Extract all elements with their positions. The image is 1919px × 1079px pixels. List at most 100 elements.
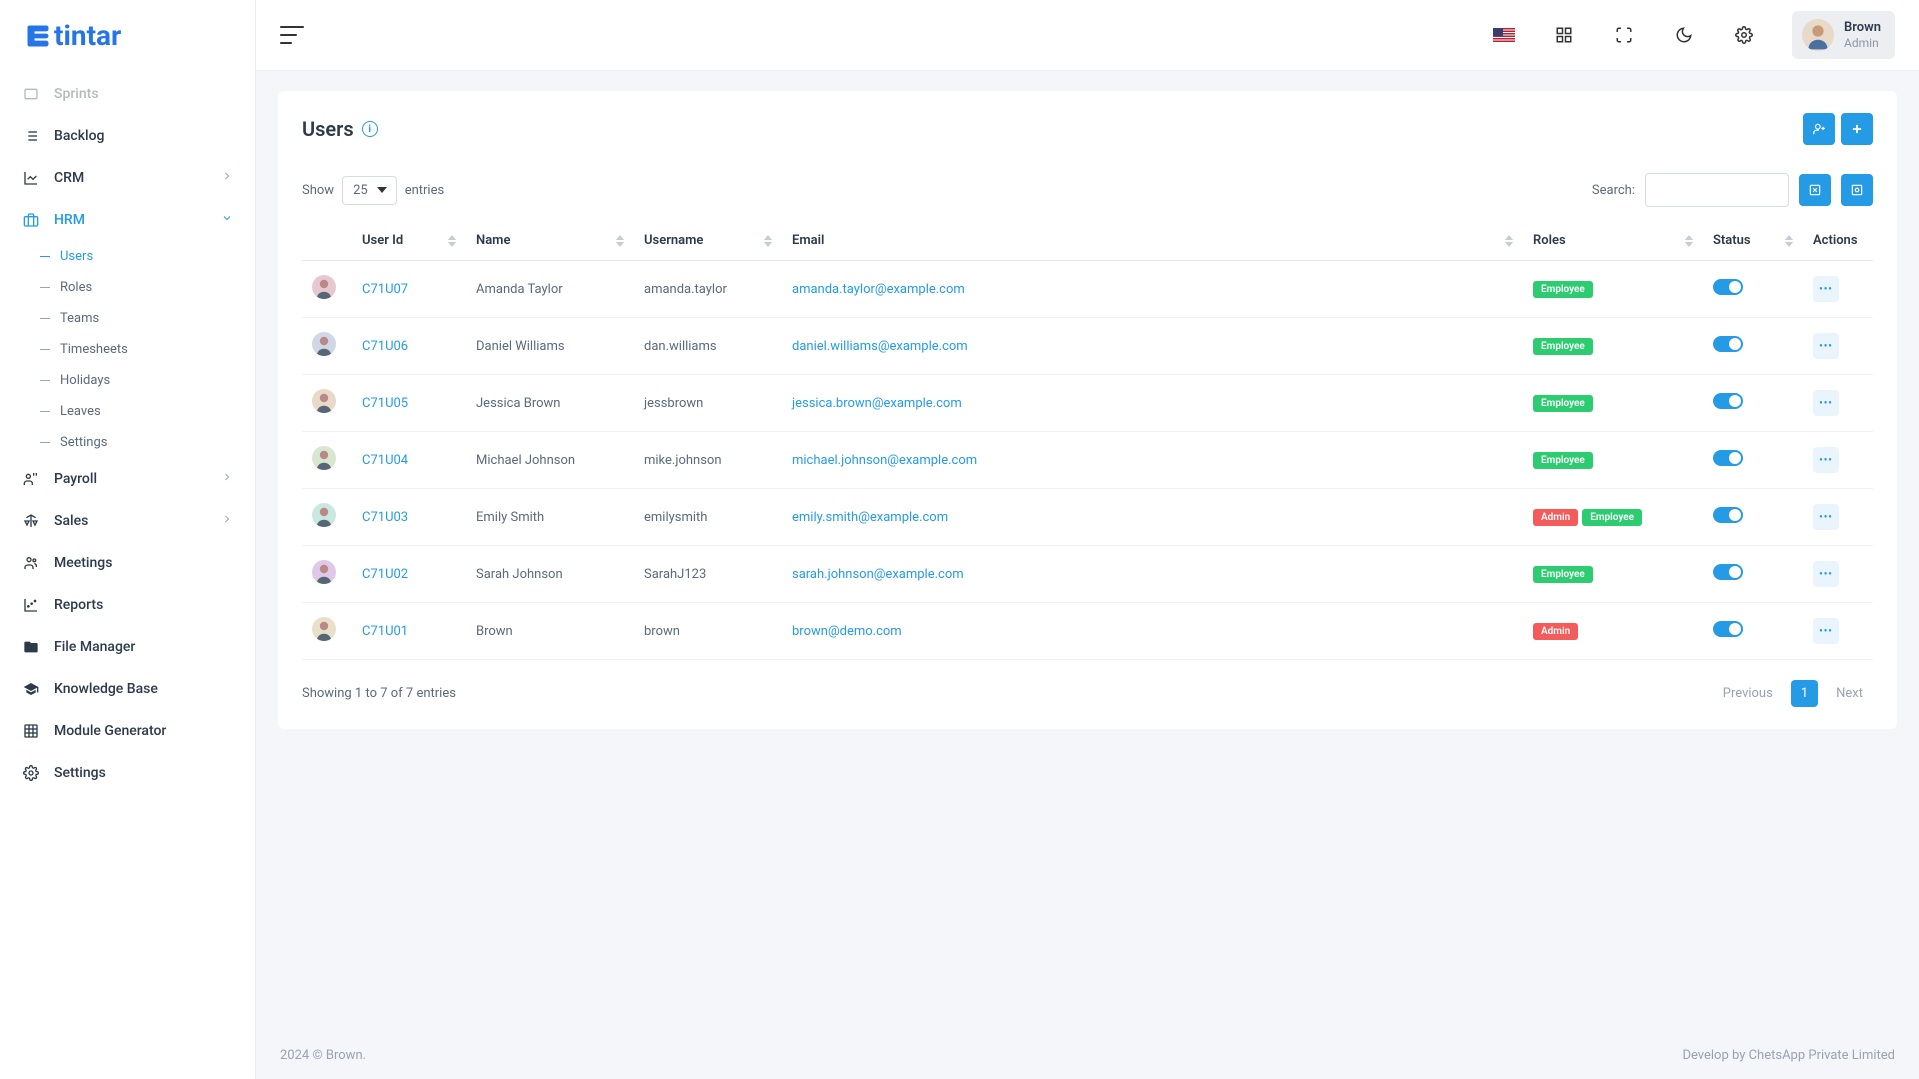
apps-grid-button[interactable] — [1544, 15, 1584, 55]
sidebar-item-label: Module Generator — [54, 723, 166, 739]
email-link[interactable]: daniel.williams@example.com — [792, 339, 968, 354]
sidebar-item-label: Reports — [54, 597, 103, 613]
export-excel-button[interactable] — [1799, 174, 1831, 206]
column-name[interactable]: Name — [466, 221, 634, 261]
row-actions-button[interactable]: ••• — [1813, 390, 1839, 416]
row-actions-button[interactable]: ••• — [1813, 618, 1839, 644]
user-id-link[interactable]: C71U05 — [362, 396, 408, 411]
sidebar-sub-settings[interactable]: Settings — [18, 427, 255, 458]
export-csv-button[interactable] — [1841, 174, 1873, 206]
column-user-id[interactable]: User Id — [352, 221, 466, 261]
row-actions-button[interactable]: ••• — [1813, 333, 1839, 359]
sidebar-item-label: Knowledge Base — [54, 681, 158, 697]
footer-right: Develop by ChetsApp Private Limited — [1682, 1048, 1895, 1063]
status-toggle[interactable] — [1713, 450, 1743, 466]
status-toggle[interactable] — [1713, 564, 1743, 580]
search-input[interactable] — [1645, 173, 1789, 207]
sidebar-item-sales[interactable]: Sales — [0, 500, 255, 542]
pagination-page-1[interactable]: 1 — [1791, 680, 1818, 707]
list-icon — [22, 127, 40, 145]
page-size-select[interactable]: 25 — [342, 176, 397, 205]
row-actions-button[interactable]: ••• — [1813, 276, 1839, 302]
sub-label: Timesheets — [60, 342, 128, 357]
status-toggle[interactable] — [1713, 507, 1743, 523]
footer: 2024 © Brown. Develop by ChetsApp Privat… — [256, 1032, 1919, 1079]
email-link[interactable]: amanda.taylor@example.com — [792, 282, 965, 297]
sidebar-sub-holidays[interactable]: Holidays — [18, 365, 255, 396]
status-toggle[interactable] — [1713, 393, 1743, 409]
gear-icon — [22, 764, 40, 782]
sidebar-sub-teams[interactable]: Teams — [18, 303, 255, 334]
menu-toggle-button[interactable] — [280, 26, 304, 44]
sidebar-item-hrm[interactable]: HRM — [0, 199, 255, 241]
email-link[interactable]: jessica.brown@example.com — [792, 396, 962, 411]
hrm-icon — [22, 211, 40, 229]
column-email[interactable]: Email — [782, 221, 1523, 261]
row-actions-button[interactable]: ••• — [1813, 561, 1839, 587]
cell-username: amanda.taylor — [634, 261, 782, 318]
sidebar-item-label: Sprints — [54, 86, 99, 102]
email-link[interactable]: michael.johnson@example.com — [792, 453, 977, 468]
sidebar-item-module-generator[interactable]: Module Generator — [0, 710, 255, 752]
status-toggle[interactable] — [1713, 621, 1743, 637]
user-id-link[interactable]: C71U07 — [362, 282, 408, 297]
scale-icon — [22, 512, 40, 530]
sidebar-item-file-manager[interactable]: File Manager — [0, 626, 255, 668]
sidebar-item-sprints[interactable]: Sprints — [0, 73, 255, 115]
hrm-submenu: Users Roles Teams Timesheets Holidays Le… — [0, 241, 255, 458]
column-roles[interactable]: Roles — [1523, 221, 1703, 261]
chevron-right-icon — [221, 170, 233, 186]
sidebar-item-label: Backlog — [54, 128, 104, 144]
user-id-link[interactable]: C71U04 — [362, 453, 408, 468]
cell-roles: Employee — [1523, 546, 1703, 603]
column-status[interactable]: Status — [1703, 221, 1803, 261]
pagination-prev[interactable]: Previous — [1713, 680, 1783, 707]
row-actions-button[interactable]: ••• — [1813, 504, 1839, 530]
fullscreen-button[interactable] — [1604, 15, 1644, 55]
sidebar-sub-timesheets[interactable]: Timesheets — [18, 334, 255, 365]
user-id-link[interactable]: C71U02 — [362, 567, 408, 582]
user-id-link[interactable]: C71U06 — [362, 339, 408, 354]
sidebar-item-meetings[interactable]: Meetings — [0, 542, 255, 584]
sidebar-sub-leaves[interactable]: Leaves — [18, 396, 255, 427]
sidebar-item-knowledge-base[interactable]: Knowledge Base — [0, 668, 255, 710]
search-label: Search: — [1592, 183, 1635, 198]
settings-button[interactable] — [1724, 15, 1764, 55]
cell-username: SarahJ123 — [634, 546, 782, 603]
nav-list: Sprints Backlog CRM HRM Users Roles Team… — [0, 71, 255, 1079]
sidebar-item-payroll[interactable]: Payroll — [0, 458, 255, 500]
user-menu-button[interactable]: Brown Admin — [1792, 11, 1895, 59]
column-username[interactable]: Username — [634, 221, 782, 261]
email-link[interactable]: emily.smith@example.com — [792, 510, 948, 525]
row-avatar-icon — [312, 389, 336, 413]
show-label: Show — [302, 183, 334, 198]
sidebar-item-settings[interactable]: Settings — [0, 752, 255, 794]
row-actions-button[interactable]: ••• — [1813, 447, 1839, 473]
sidebar-item-label: Settings — [54, 765, 106, 781]
invite-user-button[interactable] — [1803, 113, 1835, 145]
cell-username: jessbrown — [634, 375, 782, 432]
sidebar-item-crm[interactable]: CRM — [0, 157, 255, 199]
status-toggle[interactable] — [1713, 279, 1743, 295]
chart-icon — [22, 596, 40, 614]
brand-logo[interactable]: tintar — [0, 0, 255, 71]
row-avatar-icon — [312, 332, 336, 356]
user-id-link[interactable]: C71U01 — [362, 624, 408, 639]
sidebar-item-reports[interactable]: Reports — [0, 584, 255, 626]
pagination-next[interactable]: Next — [1826, 680, 1873, 707]
chevron-down-icon — [221, 212, 233, 228]
info-icon[interactable]: i — [362, 121, 378, 137]
email-link[interactable]: brown@demo.com — [792, 624, 902, 639]
sidebar-item-label: CRM — [54, 170, 84, 186]
email-link[interactable]: sarah.johnson@example.com — [792, 567, 964, 582]
sidebar-item-backlog[interactable]: Backlog — [0, 115, 255, 157]
sidebar-sub-users[interactable]: Users — [18, 241, 255, 272]
status-toggle[interactable] — [1713, 336, 1743, 352]
language-flag-button[interactable] — [1484, 15, 1524, 55]
sidebar-sub-roles[interactable]: Roles — [18, 272, 255, 303]
people-icon — [22, 554, 40, 572]
dark-mode-button[interactable] — [1664, 15, 1704, 55]
user-id-link[interactable]: C71U03 — [362, 510, 408, 525]
add-user-button[interactable] — [1841, 113, 1873, 145]
table-row: C71U01Brownbrownbrown@demo.comAdmin••• — [302, 603, 1873, 660]
